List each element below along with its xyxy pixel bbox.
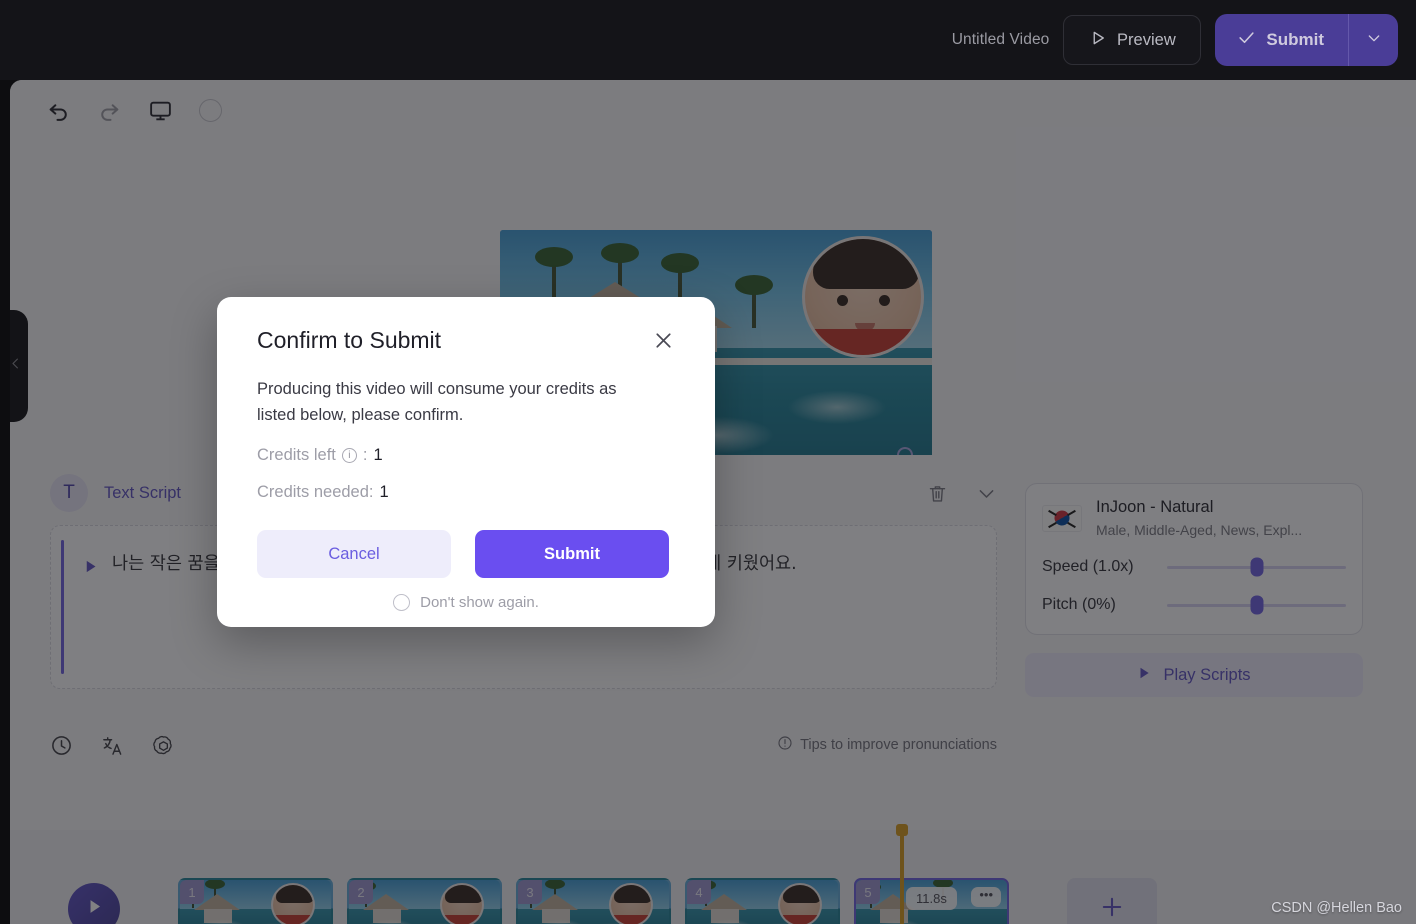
submit-split-button[interactable]: Submit xyxy=(1215,14,1398,66)
dont-show-again-radio[interactable] xyxy=(393,594,411,611)
dialog-title: Confirm to Submit xyxy=(257,327,442,353)
video-title[interactable]: Untitled Video xyxy=(952,31,1050,49)
submit-dropdown-button[interactable] xyxy=(1348,14,1398,66)
play-outline-icon xyxy=(1089,29,1107,52)
credits-left-value: 1 xyxy=(373,446,383,464)
confirm-submit-button[interactable]: Submit xyxy=(475,530,669,578)
credits-needed-row: Credits needed: 1 xyxy=(257,483,675,502)
csdn-watermark: CSDN @Hellen Bao xyxy=(1271,900,1402,916)
preview-label: Preview xyxy=(1117,30,1176,49)
dialog-header: Confirm to Submit xyxy=(257,327,675,354)
dont-show-again-label: Don't show again. xyxy=(420,594,539,611)
check-icon xyxy=(1237,28,1256,52)
credits-needed-label: Credits needed: xyxy=(257,483,374,501)
confirm-submit-dialog: Confirm to Submit Producing this video w… xyxy=(217,297,715,627)
credits-left-row: Credits left i : 1 xyxy=(257,446,675,465)
dialog-actions: Cancel Submit xyxy=(257,530,675,578)
dont-show-again-option[interactable]: Don't show again. xyxy=(257,594,675,611)
credits-left-label: Credits left xyxy=(257,446,336,464)
submit-label: Submit xyxy=(1266,30,1324,49)
chevron-down-icon xyxy=(1366,30,1382,51)
submit-button[interactable]: Submit xyxy=(1215,14,1348,66)
dialog-description: Producing this video will consume your c… xyxy=(257,380,617,424)
info-icon[interactable]: i xyxy=(341,448,357,463)
preview-button[interactable]: Preview xyxy=(1063,15,1202,65)
top-bar: Untitled Video Preview Submit xyxy=(0,0,1416,80)
credits-needed-value: 1 xyxy=(379,483,389,501)
heygen-video-editor: Untitled Video Preview Submit Confirm to… xyxy=(0,0,1416,924)
credits-left-separator: : xyxy=(362,446,368,464)
cancel-button[interactable]: Cancel xyxy=(257,530,451,578)
close-icon[interactable] xyxy=(652,329,675,352)
